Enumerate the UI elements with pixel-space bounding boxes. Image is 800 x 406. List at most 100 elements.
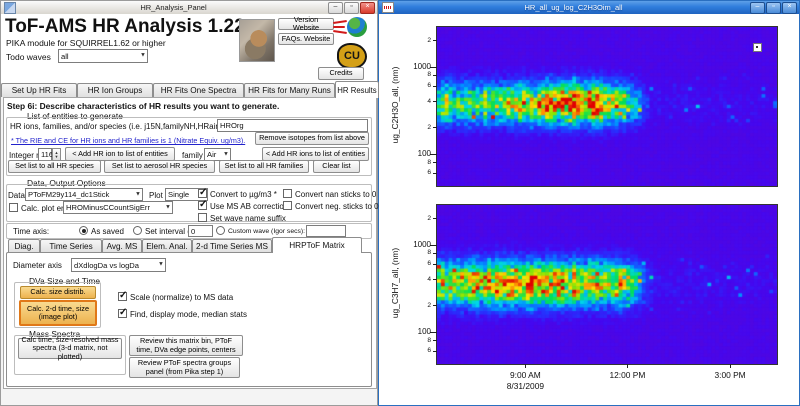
heatmap-canvas bbox=[437, 205, 777, 364]
data-wave-dropdown[interactable]: PToFM29y114_dc1Stick▼ bbox=[25, 188, 143, 201]
heatmap-c2h3o[interactable]: 21000864210086 bbox=[436, 26, 778, 187]
y-tick-label: 4 bbox=[397, 276, 431, 283]
x-tick-label: 3:00 PM bbox=[698, 370, 762, 380]
y-tick bbox=[433, 162, 437, 163]
review-ptof-groups-button[interactable]: Review PToF spectra groups panel (from P… bbox=[129, 357, 240, 378]
clear-list-button[interactable]: Clear list bbox=[313, 160, 360, 173]
app-subtitle: PIKA module for SQUIRREL1.62 or higher bbox=[6, 38, 166, 48]
tab-hr-ion-groups[interactable]: HR Ion Groups bbox=[77, 83, 153, 97]
screen: HR_Analysis_Panel – ▫ × ToF-AMS HR Analy… bbox=[0, 0, 800, 406]
y-tick bbox=[433, 173, 437, 174]
subtab-elem-anal[interactable]: Elem. Anal. bbox=[142, 239, 192, 252]
diameter-axis-value: dXdlogDa vs logDa bbox=[74, 261, 139, 270]
x-tick bbox=[525, 364, 526, 368]
chevron-down-icon: ▼ bbox=[135, 191, 141, 197]
neg-sticks-checkbox[interactable] bbox=[283, 201, 292, 210]
y-tick-label: 1000 bbox=[397, 240, 431, 249]
interval-input[interactable]: 0 bbox=[188, 225, 213, 237]
todo-waves-dropdown[interactable]: all▼ bbox=[58, 49, 148, 63]
calc-time-size-resolved-button[interactable]: Calc time, size-resolved mass spectra (3… bbox=[18, 338, 122, 359]
y-tick bbox=[430, 245, 437, 246]
find-display-mode-checkbox[interactable] bbox=[118, 309, 127, 318]
close-icon[interactable]: × bbox=[782, 2, 797, 14]
tab-hr-fits-one-spectra[interactable]: HR Fits One Spectra bbox=[153, 83, 244, 97]
credits-button[interactable]: Credits bbox=[318, 67, 364, 80]
as-saved-radio[interactable] bbox=[79, 226, 88, 235]
heatmap-c3h7[interactable]: 210008642100869:00 AM8/31/200912:00 PM3:… bbox=[436, 204, 778, 365]
y-tick-label: 8 bbox=[397, 159, 431, 166]
subtab-avg-ms[interactable]: Avg. MS bbox=[102, 239, 142, 252]
tab-hr-fits-for-many-runs[interactable]: HR Fits for Many Runs bbox=[244, 83, 335, 97]
faqs-website-button[interactable]: FAQs. Website bbox=[278, 33, 334, 45]
chevron-down-icon: ▼ bbox=[158, 262, 164, 268]
version-website-button[interactable]: Version Website bbox=[278, 18, 334, 30]
subtab-2d-time-series-ms[interactable]: 2-d Time Series MS bbox=[192, 239, 272, 252]
entities-input[interactable]: HROrg bbox=[217, 119, 368, 132]
y-tick bbox=[433, 305, 437, 306]
graph-window: HR_all_ug_log_C2H3Oim_all – ▫ × ug_C2H3O… bbox=[378, 0, 800, 406]
calc-size-distrib-button[interactable]: Calc. size distrib. bbox=[20, 286, 96, 299]
y-tick-label: 100 bbox=[397, 327, 431, 336]
wave-suffix-checkbox[interactable] bbox=[198, 213, 207, 222]
scale-normalize-checkbox[interactable] bbox=[118, 292, 127, 301]
squirrel-photo bbox=[239, 19, 275, 62]
custom-wave-input[interactable] bbox=[306, 225, 346, 237]
convert-ug-checkbox[interactable] bbox=[198, 189, 207, 198]
rie-ce-link[interactable]: * The RIE and CE for HR ions and HR fami… bbox=[11, 136, 245, 145]
y-tick bbox=[433, 264, 437, 265]
y-tick bbox=[433, 279, 437, 280]
tab-hr-results[interactable]: HR Results bbox=[335, 81, 379, 98]
y-tick-label: 2 bbox=[397, 124, 431, 131]
set-aerosol-hr-species-button[interactable]: Set list to aerosol HR species bbox=[104, 160, 215, 173]
subtab-hrptof-matrix[interactable]: HRPToF Matrix bbox=[272, 237, 362, 253]
maximize-icon[interactable]: ▫ bbox=[344, 2, 359, 14]
subtab-time-series[interactable]: Time Series bbox=[40, 239, 102, 252]
calc-plot-err-checkbox[interactable] bbox=[9, 203, 18, 212]
err-wave-dropdown[interactable]: HROMinusCCountSigErr▼ bbox=[63, 201, 173, 214]
minimize-icon[interactable]: – bbox=[750, 2, 765, 14]
graph-window-title: HR_all_ug_log_C2H3Oim_all bbox=[397, 3, 750, 12]
err-wave-value: HROMinusCCountSigErr bbox=[66, 203, 150, 212]
maximize-icon[interactable]: ▫ bbox=[766, 2, 781, 14]
x-tick bbox=[730, 364, 731, 368]
y-tick-label: 6 bbox=[397, 260, 431, 267]
set-all-hr-species-button[interactable]: Set list to all HR species bbox=[8, 160, 101, 173]
y-tick bbox=[430, 332, 437, 333]
y-tick-label: 100 bbox=[397, 149, 431, 158]
set-all-hr-families-button[interactable]: Set list to all HR families bbox=[219, 160, 309, 173]
minimize-icon[interactable]: – bbox=[328, 2, 343, 14]
igor-graph-icon bbox=[382, 2, 394, 13]
y-tick-label: 6 bbox=[397, 169, 431, 176]
x-tick-label: 12:00 PM bbox=[595, 370, 659, 380]
calc-2d-time-size-button[interactable]: Calc. 2-d time, size (image plot) bbox=[19, 300, 97, 326]
y-tick-label: 8 bbox=[397, 337, 431, 344]
custom-wave-radio[interactable] bbox=[216, 226, 225, 235]
chevron-down-icon: ▼ bbox=[223, 151, 229, 157]
remove-isotopes-button[interactable]: Remove isotopes from list above bbox=[255, 132, 369, 145]
subtab-diag[interactable]: Diag. bbox=[8, 239, 40, 252]
y-tick bbox=[433, 101, 437, 102]
review-matrix-bin-button[interactable]: Review this matrix bin, PToF time, DVa e… bbox=[129, 335, 243, 356]
y-tick-label: 4 bbox=[397, 98, 431, 105]
left-titlebar[interactable]: HR_Analysis_Panel – ▫ × bbox=[1, 1, 377, 15]
panel-window-icon bbox=[4, 2, 16, 14]
add-hr-ion-button[interactable]: < Add HR ion to list of entities bbox=[65, 147, 175, 161]
x-axis-date-label: 8/31/2009 bbox=[493, 381, 557, 391]
set-interval-radio[interactable] bbox=[133, 226, 142, 235]
close-icon[interactable]: × bbox=[360, 2, 375, 14]
add-hr-ions-button[interactable]: < Add HR ions to list of entities bbox=[262, 147, 369, 161]
y-tick bbox=[430, 67, 437, 68]
x-tick bbox=[627, 364, 628, 368]
y-tick bbox=[430, 154, 437, 155]
y-tick-label: 1000 bbox=[397, 62, 431, 71]
diameter-axis-dropdown[interactable]: dXdlogDa vs logDa ▼ bbox=[71, 258, 166, 272]
y-tick bbox=[433, 127, 437, 128]
annotation-marker-icon[interactable] bbox=[753, 43, 762, 52]
panel-body: ToF-AMS HR Analysis 1.22 PIKA module for… bbox=[1, 14, 377, 405]
graph-titlebar[interactable]: HR_all_ug_log_C2H3Oim_all – ▫ × bbox=[379, 1, 799, 14]
nan-sticks-checkbox[interactable] bbox=[283, 189, 292, 198]
y-tick bbox=[433, 86, 437, 87]
tab-set-up-hr-fits[interactable]: Set Up HR Fits bbox=[1, 83, 77, 97]
left-window-title: HR_Analysis_Panel bbox=[19, 3, 328, 12]
ms-ab-checkbox[interactable] bbox=[198, 201, 207, 210]
